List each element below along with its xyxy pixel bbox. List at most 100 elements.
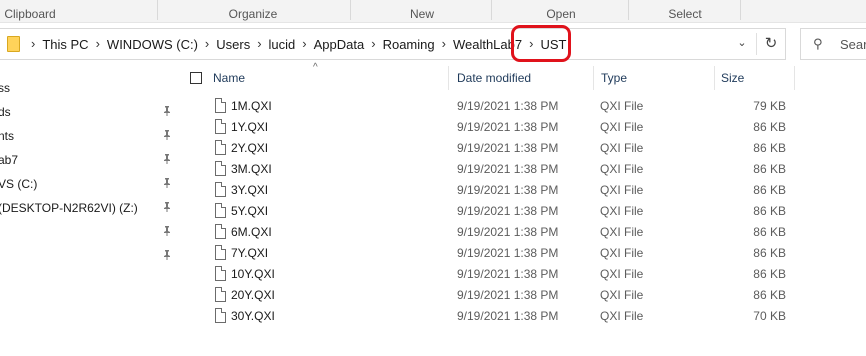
file-row[interactable]: 10Y.QXI 9/19/2021 1:38 PM QXI File 86 KB — [180, 264, 866, 285]
pin-icon[interactable] — [161, 177, 173, 189]
nav-item[interactable] — [0, 220, 180, 244]
file-icon — [215, 182, 226, 197]
nav-item[interactable]: nts — [0, 124, 180, 148]
nav-item[interactable]: (DESKTOP-N2R62VI) (Z:) — [0, 196, 180, 220]
file-size: 86 KB — [753, 141, 786, 155]
file-type: QXI File — [600, 288, 644, 302]
search-input[interactable]: ⚲ Searc — [800, 28, 866, 60]
chevron-down-icon[interactable]: ⌄ — [734, 35, 750, 51]
file-icon — [215, 203, 226, 218]
file-date: 9/19/2021 1:38 PM — [457, 141, 559, 155]
folder-icon — [7, 36, 20, 52]
file-icon — [215, 245, 226, 260]
nav-item[interactable] — [0, 244, 180, 268]
pin-icon[interactable] — [161, 129, 173, 141]
file-row[interactable]: 6M.QXI 9/19/2021 1:38 PM QXI File 86 KB — [180, 222, 866, 243]
file-type: QXI File — [600, 120, 644, 134]
file-icon — [215, 140, 226, 155]
chevron-right-icon[interactable]: › — [442, 36, 446, 51]
ribbon-group-labels: Clipboard Organize New Open Select — [0, 0, 866, 23]
file-row[interactable]: 3M.QXI 9/19/2021 1:38 PM QXI File 86 KB — [180, 159, 866, 180]
ribbon-divider — [157, 0, 158, 20]
file-icon — [215, 161, 226, 176]
file-icon — [215, 266, 226, 281]
column-header-size[interactable]: Size — [721, 71, 744, 85]
nav-item-label: ds — [0, 105, 11, 119]
nav-item-label: ss — [0, 81, 10, 95]
chevron-right-icon[interactable]: › — [96, 36, 100, 51]
file-date: 9/19/2021 1:38 PM — [457, 183, 559, 197]
nav-item[interactable]: ss — [0, 76, 180, 100]
column-divider[interactable] — [448, 66, 449, 90]
file-type: QXI File — [600, 183, 644, 197]
file-date: 9/19/2021 1:38 PM — [457, 309, 559, 323]
file-date: 9/19/2021 1:38 PM — [457, 225, 559, 239]
highlight-annotation — [511, 25, 571, 62]
pin-icon[interactable] — [161, 153, 173, 165]
breadcrumb-this-pc[interactable]: This PC — [42, 37, 88, 52]
select-all-checkbox[interactable] — [190, 72, 202, 84]
file-row[interactable]: 5Y.QXI 9/19/2021 1:38 PM QXI File 86 KB — [180, 201, 866, 222]
chevron-right-icon[interactable]: › — [302, 36, 306, 51]
file-row[interactable]: 1Y.QXI 9/19/2021 1:38 PM QXI File 86 KB — [180, 117, 866, 138]
file-size: 86 KB — [753, 183, 786, 197]
breadcrumb-appdata[interactable]: AppData — [314, 37, 365, 52]
pin-icon[interactable] — [161, 225, 173, 237]
column-header-name[interactable]: Name — [213, 71, 245, 85]
ribbon-divider — [491, 0, 492, 20]
file-name: 7Y.QXI — [231, 246, 269, 260]
nav-item[interactable]: ds — [0, 100, 180, 124]
pin-icon[interactable] — [161, 201, 173, 213]
file-date: 9/19/2021 1:38 PM — [457, 267, 559, 281]
file-icon — [215, 287, 226, 302]
file-icon — [215, 119, 226, 134]
ribbon-group-select: Select — [668, 7, 702, 21]
file-row[interactable]: 3Y.QXI 9/19/2021 1:38 PM QXI File 86 KB — [180, 180, 866, 201]
chevron-right-icon[interactable]: › — [371, 36, 375, 51]
column-header-type[interactable]: Type — [601, 71, 627, 85]
file-size: 86 KB — [753, 288, 786, 302]
file-name: 3M.QXI — [231, 162, 272, 176]
chevron-right-icon[interactable]: › — [205, 36, 209, 51]
file-type: QXI File — [600, 162, 644, 176]
ribbon-divider — [628, 0, 629, 20]
column-divider[interactable] — [714, 66, 715, 90]
breadcrumb-roaming[interactable]: Roaming — [383, 37, 435, 52]
pin-icon[interactable] — [161, 105, 173, 117]
search-placeholder: Searc — [840, 37, 866, 52]
file-row[interactable]: 2Y.QXI 9/19/2021 1:38 PM QXI File 86 KB — [180, 138, 866, 159]
ribbon-group-organize: Organize — [228, 7, 278, 21]
ribbon-group-new: New — [409, 7, 434, 21]
breadcrumb: › This PC › WINDOWS (C:) › Users › lucid… — [24, 29, 566, 59]
file-size: 86 KB — [753, 246, 786, 260]
file-size: 86 KB — [753, 225, 786, 239]
column-divider[interactable] — [593, 66, 594, 90]
chevron-right-icon[interactable]: › — [31, 36, 35, 51]
breadcrumb-users[interactable]: Users — [216, 37, 250, 52]
nav-item[interactable]: VS (C:) — [0, 172, 180, 196]
file-row[interactable]: 20Y.QXI 9/19/2021 1:38 PM QXI File 86 KB — [180, 285, 866, 306]
refresh-button[interactable]: ↻ — [758, 28, 784, 60]
file-name: 5Y.QXI — [231, 204, 269, 218]
file-size: 86 KB — [753, 120, 786, 134]
file-type: QXI File — [600, 267, 644, 281]
breadcrumb-windows-c[interactable]: WINDOWS (C:) — [107, 37, 198, 52]
pin-icon[interactable] — [161, 249, 173, 261]
column-divider[interactable] — [794, 66, 795, 90]
file-row[interactable]: 1M.QXI 9/19/2021 1:38 PM QXI File 79 KB — [180, 96, 866, 117]
file-row[interactable]: 30Y.QXI 9/19/2021 1:38 PM QXI File 70 KB — [180, 306, 866, 327]
nav-item[interactable]: ab7 — [0, 148, 180, 172]
file-icon — [215, 224, 226, 239]
file-name: 1Y.QXI — [231, 120, 269, 134]
nav-item-label: nts — [0, 129, 15, 143]
file-row[interactable]: 7Y.QXI 9/19/2021 1:38 PM QXI File 86 KB — [180, 243, 866, 264]
address-bar[interactable]: › This PC › WINDOWS (C:) › Users › lucid… — [0, 28, 786, 60]
file-name: 1M.QXI — [231, 99, 272, 113]
ribbon-group-clipboard: Clipboard — [4, 7, 56, 21]
breadcrumb-lucid[interactable]: lucid — [269, 37, 296, 52]
chevron-right-icon[interactable]: › — [257, 36, 261, 51]
column-header-date[interactable]: Date modified — [457, 71, 531, 85]
sort-ascending-icon: ^ — [313, 62, 318, 73]
nav-item-label: VS (C:) — [0, 177, 38, 191]
refresh-icon: ↻ — [764, 35, 778, 52]
